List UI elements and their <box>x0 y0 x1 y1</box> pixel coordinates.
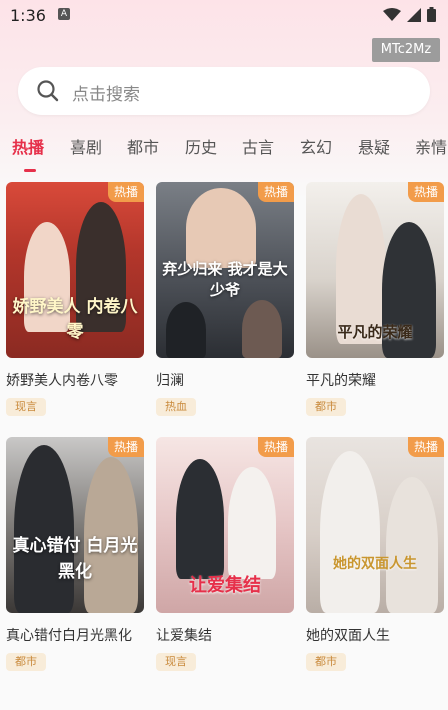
drama-card[interactable]: 真心错付 白月光黑化 热播 真心错付白月光黑化 都市 <box>6 437 144 671</box>
drama-card[interactable]: 让爱集结 热播 让爱集结 现言 <box>156 437 294 671</box>
drama-poster[interactable]: 她的双面人生 热播 <box>306 437 444 613</box>
poster-title-art: 平凡的荣耀 <box>337 323 413 341</box>
drama-poster[interactable]: 真心错付 白月光黑化 热播 <box>6 437 144 613</box>
drama-poster[interactable]: 弃少归来 我才是大少爷 热播 <box>156 182 294 358</box>
genre-tag: 现言 <box>156 653 196 671</box>
hot-badge: 热播 <box>108 182 144 202</box>
status-time: 1:36 <box>10 6 46 25</box>
drama-title[interactable]: 真心错付白月光黑化 <box>6 625 144 647</box>
signal-icon <box>407 7 421 22</box>
drama-poster[interactable]: 平凡的荣耀 热播 <box>306 182 444 358</box>
hot-badge: 热播 <box>408 182 444 202</box>
hot-badge: 热播 <box>108 437 144 457</box>
genre-tag: 现言 <box>6 398 46 416</box>
active-tab-indicator <box>24 169 36 172</box>
drama-title[interactable]: 她的双面人生 <box>306 625 444 647</box>
drama-title[interactable]: 平凡的荣耀 <box>306 370 444 392</box>
poster-title-art: 让爱集结 <box>189 575 261 596</box>
overlay-id-label: MTc2Mz <box>372 38 440 62</box>
tab-ancient-romance[interactable]: 古言 <box>242 134 274 158</box>
tab-history[interactable]: 历史 <box>185 134 217 158</box>
hot-badge: 热播 <box>258 437 294 457</box>
category-tabs: 热播 喜剧 都市 历史 古言 玄幻 悬疑 亲情 <box>0 128 448 172</box>
drama-poster[interactable]: 让爱集结 热播 <box>156 437 294 613</box>
genre-tag: 热血 <box>156 398 196 416</box>
tab-family[interactable]: 亲情 <box>415 134 447 158</box>
status-bar: 1:36 A <box>0 0 448 32</box>
drama-title[interactable]: 归澜 <box>156 370 294 392</box>
system-icons <box>383 7 436 22</box>
search-icon <box>37 80 59 102</box>
poster-title-art: 弃少归来 我才是大少爷 <box>162 260 288 299</box>
search-bar[interactable]: 点击搜索 <box>18 67 430 115</box>
genre-tag: 都市 <box>306 653 346 671</box>
tab-hot[interactable]: 热播 <box>12 134 44 158</box>
genre-tag: 都市 <box>6 653 46 671</box>
poster-title-art: 她的双面人生 <box>333 556 417 572</box>
notification-icon: A <box>58 8 70 20</box>
drama-card[interactable]: 她的双面人生 热播 她的双面人生 都市 <box>306 437 444 671</box>
hot-badge: 热播 <box>408 437 444 457</box>
search-placeholder: 点击搜索 <box>72 85 140 105</box>
wifi-icon <box>383 7 401 21</box>
poster-title-art: 真心错付 白月光黑化 <box>12 536 138 582</box>
tab-comedy[interactable]: 喜剧 <box>70 134 102 158</box>
tab-fantasy[interactable]: 玄幻 <box>300 134 332 158</box>
drama-card[interactable]: 娇野美人 内卷八零 热播 娇野美人内卷八零 现言 <box>6 182 144 416</box>
drama-title[interactable]: 娇野美人内卷八零 <box>6 370 144 392</box>
poster-title-art: 娇野美人 内卷八零 <box>12 297 138 342</box>
drama-card[interactable]: 弃少归来 我才是大少爷 热播 归澜 热血 <box>156 182 294 416</box>
tab-suspense[interactable]: 悬疑 <box>358 134 390 158</box>
drama-poster[interactable]: 娇野美人 内卷八零 热播 <box>6 182 144 358</box>
hot-badge: 热播 <box>258 182 294 202</box>
battery-icon <box>427 7 436 22</box>
genre-tag: 都市 <box>306 398 346 416</box>
tab-urban[interactable]: 都市 <box>127 134 159 158</box>
drama-title[interactable]: 让爱集结 <box>156 625 294 647</box>
drama-card[interactable]: 平凡的荣耀 热播 平凡的荣耀 都市 <box>306 182 444 416</box>
